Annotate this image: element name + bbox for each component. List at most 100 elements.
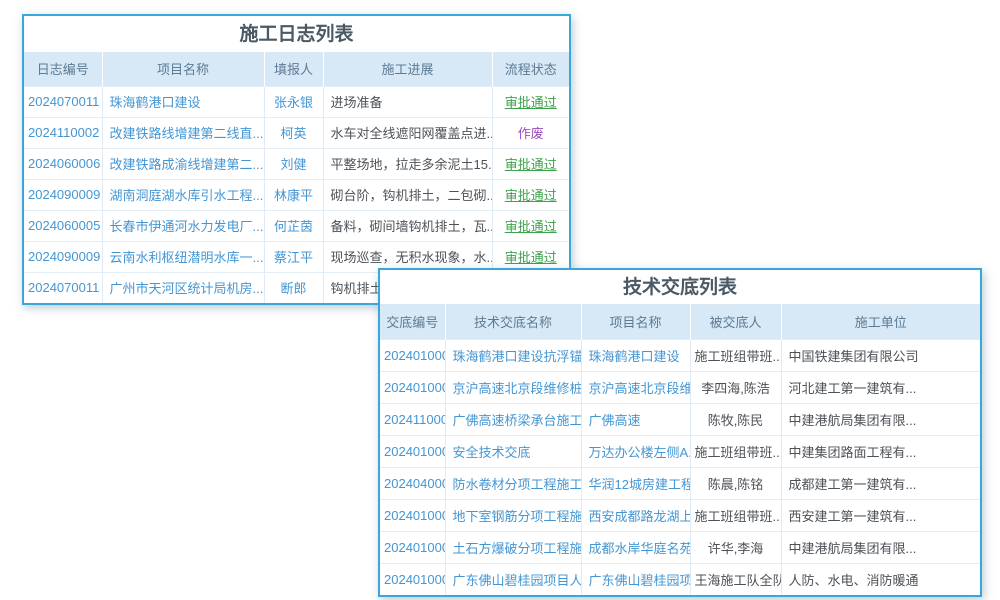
disclosure-project-link[interactable]: 华润12城房建工程...: [589, 477, 691, 492]
disclosure-name-link[interactable]: 土石方爆破分项工程施工...: [453, 541, 582, 556]
log-progress-cell: 备料，砌间墙钩机排土，瓦...: [323, 210, 492, 241]
log-project-cell: 改建铁路线增建第二线直...: [102, 117, 264, 148]
status-badge[interactable]: 审批通过: [505, 95, 557, 110]
status-badge[interactable]: 审批通过: [505, 219, 557, 234]
disclosure-id-link[interactable]: 2024010004: [384, 380, 445, 395]
log-reporter-cell: 何芷茵: [264, 210, 323, 241]
log-project-link[interactable]: 改建铁路成渝线增建第二...: [110, 157, 264, 172]
table-row: 2024040001 防水卷材分项工程施工技... 华润12城房建工程... 陈…: [380, 467, 980, 499]
disclosure-id-link[interactable]: 2024010003: [384, 444, 445, 459]
table-row: 2024010004 京沪高速北京段维修桩帽... 京沪高速北京段维修 李四海,…: [380, 371, 980, 403]
technical-disclosure-table: 交底编号 技术交底名称 项目名称 被交底人 施工单位 2024010003 珠海…: [380, 304, 980, 595]
log-column-header-id: 日志编号: [24, 52, 102, 86]
table-row: 2024060006 改建铁路成渝线增建第二... 刘健 平整场地，拉走多余泥土…: [24, 148, 569, 179]
log-reporter-link[interactable]: 林康平: [274, 188, 313, 203]
log-column-header-project: 项目名称: [102, 52, 264, 86]
log-column-header-reporter: 填报人: [264, 52, 323, 86]
disclosure-project-cell: 广佛高速: [581, 403, 690, 435]
log-project-cell: 改建铁路成渝线增建第二...: [102, 148, 264, 179]
disclosure-unit-cell: 中建集团路面工程有...: [781, 435, 980, 467]
disclosure-name-link[interactable]: 广东佛山碧桂园项目人防...: [453, 573, 582, 588]
disclosure-id-link[interactable]: 2024040001: [384, 476, 445, 491]
log-status-cell: 审批通过: [492, 86, 569, 117]
disclosure-name-cell: 防水卷材分项工程施工技...: [445, 467, 581, 499]
disclosure-id-cell: 2024010002: [380, 499, 445, 531]
disclosure-id-link[interactable]: 2024010002: [384, 540, 445, 555]
disclosure-id-cell: 2024110001: [380, 403, 445, 435]
log-id-link[interactable]: 2024110002: [28, 125, 99, 140]
disclosure-name-cell: 土石方爆破分项工程施工...: [445, 531, 581, 563]
log-id-link[interactable]: 2024070011: [28, 94, 99, 109]
disclosure-recipient-cell: 王海施工队全队: [690, 563, 781, 595]
status-badge[interactable]: 审批通过: [505, 157, 557, 172]
log-id-link[interactable]: 2024070011: [28, 280, 99, 295]
disclosure-name-link[interactable]: 安全技术交底: [453, 445, 531, 460]
log-progress-cell: 水车对全线遮阳网覆盖点进...: [323, 117, 492, 148]
disclosure-name-link[interactable]: 广佛高速桥梁承台施工技...: [453, 413, 582, 428]
disclosure-recipient-cell: 李四海,陈浩: [690, 371, 781, 403]
table-row: 2024010003 珠海鹤港口建设抗浮锚杆... 珠海鹤港口建设 施工班组带班…: [380, 339, 980, 371]
disclosure-name-link[interactable]: 地下室钢筋分项工程施工...: [453, 509, 582, 524]
log-status-cell: 审批通过: [492, 210, 569, 241]
disclosure-project-link[interactable]: 广佛高速: [589, 413, 641, 428]
disclosure-id-link[interactable]: 2024010003: [384, 348, 445, 363]
log-id-link[interactable]: 2024090009: [28, 187, 100, 202]
disclosure-name-cell: 京沪高速北京段维修桩帽...: [445, 371, 581, 403]
log-reporter-link[interactable]: 刘健: [280, 157, 306, 172]
log-project-link[interactable]: 湖南洞庭湖水库引水工程...: [110, 188, 264, 203]
log-column-header-status: 流程状态: [492, 52, 569, 86]
disclosure-recipient-cell: 施工班组带班...: [690, 435, 781, 467]
log-progress-cell: 进场准备: [323, 86, 492, 117]
disclosure-project-link[interactable]: 西安成都路龙湖上...: [589, 509, 691, 524]
log-project-cell: 湖南洞庭湖水库引水工程...: [102, 179, 264, 210]
disclosure-project-link[interactable]: 成都水岸华庭名苑...: [589, 541, 691, 556]
disclosure-name-link[interactable]: 珠海鹤港口建设抗浮锚杆...: [453, 349, 582, 364]
disclosure-project-link[interactable]: 广东佛山碧桂园项目: [589, 573, 691, 588]
log-project-link[interactable]: 云南水利枢纽潜明水库一...: [110, 250, 264, 265]
disclosure-unit-cell: 中建港航局集团有限...: [781, 531, 980, 563]
table-row: 2024010001 广东佛山碧桂园项目人防... 广东佛山碧桂园项目 王海施工…: [380, 563, 980, 595]
disclosure-name-cell: 地下室钢筋分项工程施工...: [445, 499, 581, 531]
disclosure-recipient-cell: 施工班组带班...: [690, 339, 781, 371]
log-project-link[interactable]: 长春市伊通河水力发电厂...: [110, 219, 264, 234]
disclosure-id-link[interactable]: 2024010001: [384, 572, 445, 587]
log-reporter-link[interactable]: 柯英: [280, 126, 306, 141]
log-reporter-link[interactable]: 断郎: [280, 281, 306, 296]
disclosure-name-link[interactable]: 防水卷材分项工程施工技...: [453, 477, 582, 492]
log-project-link[interactable]: 广州市天河区统计局机房...: [110, 281, 264, 296]
disclosure-unit-cell: 成都建工第一建筑有...: [781, 467, 980, 499]
disclosure-project-link[interactable]: 京沪高速北京段维修: [589, 381, 691, 396]
disclosure-name-cell: 广佛高速桥梁承台施工技...: [445, 403, 581, 435]
log-reporter-link[interactable]: 张永银: [274, 95, 313, 110]
disclosure-column-header-id: 交底编号: [380, 304, 445, 339]
status-badge[interactable]: 审批通过: [505, 250, 557, 265]
disclosure-id-cell: 2024040001: [380, 467, 445, 499]
status-badge[interactable]: 审批通过: [505, 188, 557, 203]
table-row: 2024070011 珠海鹤港口建设 张永银 进场准备 审批通过: [24, 86, 569, 117]
log-project-cell: 广州市天河区统计局机房...: [102, 272, 264, 303]
disclosure-id-link[interactable]: 2024110001: [384, 412, 445, 427]
disclosure-project-link[interactable]: 珠海鹤港口建设: [589, 349, 680, 364]
log-id-link[interactable]: 2024060005: [28, 218, 100, 233]
status-badge[interactable]: 作废: [518, 126, 544, 141]
table-row: 2024010002 地下室钢筋分项工程施工... 西安成都路龙湖上... 施工…: [380, 499, 980, 531]
disclosure-project-cell: 京沪高速北京段维修: [581, 371, 690, 403]
disclosure-name-link[interactable]: 京沪高速北京段维修桩帽...: [453, 381, 582, 396]
disclosure-column-header-project: 项目名称: [581, 304, 690, 339]
log-reporter-link[interactable]: 何芷茵: [274, 219, 313, 234]
disclosure-recipient-cell: 陈晨,陈铭: [690, 467, 781, 499]
log-project-link[interactable]: 改建铁路线增建第二线直...: [110, 126, 264, 141]
table-row: 2024110001 广佛高速桥梁承台施工技... 广佛高速 陈牧,陈民 中建港…: [380, 403, 980, 435]
disclosure-project-link[interactable]: 万达办公楼左侧A...: [589, 445, 691, 460]
log-id-link[interactable]: 2024060006: [28, 156, 100, 171]
log-id-link[interactable]: 2024090009: [28, 249, 100, 264]
disclosure-project-cell: 西安成都路龙湖上...: [581, 499, 690, 531]
log-id-cell: 2024070011: [24, 272, 102, 303]
disclosure-id-cell: 2024010002: [380, 531, 445, 563]
disclosure-recipient-cell: 施工班组带班...: [690, 499, 781, 531]
disclosure-name-cell: 广东佛山碧桂园项目人防...: [445, 563, 581, 595]
log-status-cell: 审批通过: [492, 179, 569, 210]
disclosure-id-link[interactable]: 2024010002: [384, 508, 445, 523]
log-project-link[interactable]: 珠海鹤港口建设: [110, 95, 201, 110]
log-reporter-link[interactable]: 蔡江平: [274, 250, 313, 265]
